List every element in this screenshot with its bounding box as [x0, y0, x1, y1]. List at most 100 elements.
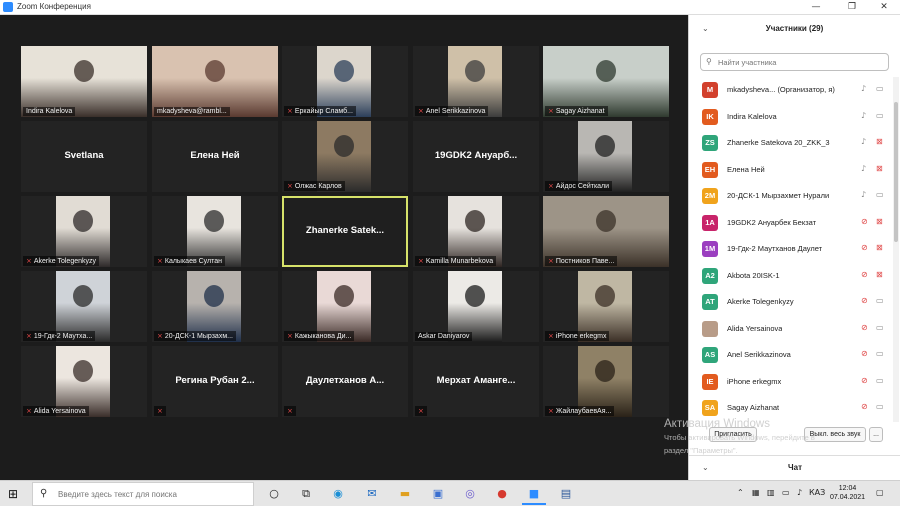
- participant-row[interactable]: Alida Yersainova ⊘ ▭: [689, 316, 893, 342]
- language-indicator[interactable]: КАЗ: [809, 488, 825, 497]
- video-tile[interactable]: ⨯ 20-ДСК-1 Мырзахм...: [152, 271, 278, 342]
- app-icon[interactable]: ◎: [458, 483, 482, 505]
- camera-icon[interactable]: ▭: [876, 402, 884, 411]
- participant-row[interactable]: 2М 20-ДСК-1 Мырзахмет Нурали ♪ ▭: [689, 183, 893, 209]
- video-tile[interactable]: Zhanerke Satek...: [282, 196, 408, 267]
- volume-icon[interactable]: ♪: [797, 488, 802, 497]
- mic-muted-icon[interactable]: ⊘: [861, 243, 868, 252]
- mic-muted-icon[interactable]: ⊘: [861, 402, 868, 411]
- mic-muted-icon[interactable]: ⊘: [861, 217, 868, 226]
- video-tile[interactable]: ⨯ Alida Yersainova: [21, 346, 147, 417]
- file-explorer-icon[interactable]: ▬: [393, 483, 417, 505]
- participant-search[interactable]: ⚲: [700, 53, 889, 71]
- microphone-icon[interactable]: ♪: [861, 137, 866, 146]
- participant-row[interactable]: ZS Zhanerke Satekova 20_ZKK_3 ♪ ⊠: [689, 130, 893, 156]
- notifications-icon[interactable]: ▢: [876, 488, 884, 497]
- participant-list-scrollbar[interactable]: [893, 77, 899, 422]
- camera-icon[interactable]: ▭: [876, 376, 884, 385]
- video-tile[interactable]: ⨯ Еркайыр Сламб...: [282, 46, 408, 117]
- camera-icon[interactable]: ▭: [876, 349, 884, 358]
- participant-row[interactable]: A2 Akbota 20ISK-1 ⊘ ⊠: [689, 263, 893, 289]
- video-tile[interactable]: ⨯ Айдос Сейткали: [543, 121, 669, 192]
- camera-off-icon[interactable]: ⊠: [876, 217, 883, 226]
- participant-display-name: 19GDK2 Ануарб...: [434, 150, 518, 161]
- mute-all-button[interactable]: Выкл. весь звук: [804, 427, 866, 442]
- scrollbar-thumb[interactable]: [894, 102, 898, 242]
- participant-row[interactable]: Mmkadysheva... (Организатор, я) ♪ ▭: [689, 77, 893, 103]
- invite-button[interactable]: Пригласить: [709, 427, 757, 442]
- participant-silhouette: [595, 360, 615, 382]
- more-options-button[interactable]: ...: [869, 427, 883, 442]
- video-tile[interactable]: mkadysheva@rambl...: [152, 46, 278, 117]
- store-icon[interactable]: ▣: [426, 483, 450, 505]
- chrome-icon[interactable]: ●: [490, 483, 514, 505]
- mic-muted-icon[interactable]: ⊘: [861, 376, 868, 385]
- camera-icon[interactable]: ▭: [876, 323, 884, 332]
- participant-row[interactable]: ЕН Елена Ней ♪ ⊠: [689, 157, 893, 183]
- chat-header[interactable]: ⌄ Чат: [689, 455, 900, 480]
- video-tile[interactable]: ⨯ Кажыканова Ди...: [282, 271, 408, 342]
- taskbar-search[interactable]: ⚲: [32, 482, 254, 506]
- minimize-button[interactable]: —: [802, 0, 830, 15]
- word-icon[interactable]: ▤: [554, 483, 578, 505]
- edge-browser-icon[interactable]: ◉: [326, 483, 350, 505]
- mic-muted-icon[interactable]: ⊘: [861, 349, 868, 358]
- taskbar-search-input[interactable]: [58, 488, 248, 501]
- participant-row[interactable]: SA Sagay Aizhanat ⊘ ▭: [689, 395, 893, 417]
- network-icon[interactable]: ▥: [767, 488, 775, 497]
- camera-off-icon[interactable]: ⊠: [876, 243, 883, 252]
- zoom-taskbar-icon[interactable]: ■: [522, 483, 546, 505]
- microphone-icon[interactable]: ♪: [861, 164, 866, 173]
- video-tile[interactable]: Мерхат Амангe... ⨯: [413, 346, 539, 417]
- video-tile[interactable]: ⨯ Калыкаев Султан: [152, 196, 278, 267]
- participant-row[interactable]: 1М 19-Гдк-2 Маутханов Даулет ⊘ ⊠: [689, 236, 893, 262]
- camera-icon[interactable]: ▭: [876, 190, 884, 199]
- close-button[interactable]: ✕: [870, 0, 898, 15]
- tray-app-icon[interactable]: ▦: [752, 488, 760, 497]
- participant-row[interactable]: AT Akerke Tolegenkyzy ⊘ ▭: [689, 289, 893, 315]
- microphone-icon[interactable]: ♪: [861, 190, 866, 199]
- video-tile[interactable]: ⨯ Постников Паве...: [543, 196, 669, 267]
- participant-row[interactable]: AS Anel Serikkazinova ⊘ ▭: [689, 342, 893, 368]
- mail-icon[interactable]: ✉: [360, 483, 384, 505]
- participant-name: Sagay Aizhanat: [727, 403, 780, 412]
- participant-row[interactable]: IE iPhone erkegmx ⊘ ▭: [689, 369, 893, 395]
- camera-icon[interactable]: ▭: [876, 111, 884, 120]
- video-tile[interactable]: ⨯ iPhone erkegmx: [543, 271, 669, 342]
- video-tile[interactable]: Елена Ней: [152, 121, 278, 192]
- video-tile[interactable]: Askar Daniyarov: [413, 271, 539, 342]
- tray-chevron-icon[interactable]: ⌃: [737, 488, 744, 497]
- video-tile[interactable]: ⨯ Олжас Карлов: [282, 121, 408, 192]
- camera-off-icon[interactable]: ⊠: [876, 164, 883, 173]
- mic-muted-icon[interactable]: ⊘: [861, 323, 868, 332]
- video-tile[interactable]: Svetlana: [21, 121, 147, 192]
- mic-muted-icon[interactable]: ⊘: [861, 296, 868, 305]
- mic-muted-icon: ⨯: [418, 257, 424, 265]
- video-tile[interactable]: ⨯ Kamilla Munarbekova: [413, 196, 539, 267]
- video-tile[interactable]: ⨯ Anel Serikkazinova: [413, 46, 539, 117]
- camera-icon[interactable]: ▭: [876, 84, 884, 93]
- microphone-icon[interactable]: ♪: [861, 111, 866, 120]
- video-tile[interactable]: Регина Рубан 2... ⨯: [152, 346, 278, 417]
- participant-row[interactable]: 1А 19GDK2 Ануарбек Бекзат ⊘ ⊠: [689, 210, 893, 236]
- mic-muted-icon[interactable]: ⊘: [861, 270, 868, 279]
- windows-start-icon[interactable]: ⊞: [8, 487, 18, 501]
- task-view-icon[interactable]: ⧉: [294, 483, 318, 505]
- video-tile[interactable]: ⨯ 19-Гдк-2 Маутха...: [21, 271, 147, 342]
- video-tile[interactable]: ⨯ Sagay Aizhanat: [543, 46, 669, 117]
- participant-search-input[interactable]: [718, 56, 883, 68]
- video-tile[interactable]: 19GDK2 Ануарб...: [413, 121, 539, 192]
- taskbar-clock[interactable]: 12:04 07.04.2021: [830, 484, 865, 502]
- camera-off-icon[interactable]: ⊠: [876, 137, 883, 146]
- video-tile[interactable]: Даулетханов А... ⨯: [282, 346, 408, 417]
- participant-row[interactable]: IK Indira Kalelova ♪ ▭: [689, 104, 893, 130]
- video-tile[interactable]: ⨯ Akerke Tolegenkyzy: [21, 196, 147, 267]
- camera-icon[interactable]: ▭: [876, 296, 884, 305]
- battery-icon[interactable]: ▭: [782, 488, 790, 497]
- video-tile[interactable]: ⨯ ЖайлаубаевАя...: [543, 346, 669, 417]
- camera-off-icon[interactable]: ⊠: [876, 270, 883, 279]
- microphone-icon[interactable]: ♪: [861, 84, 866, 93]
- video-tile[interactable]: Indira Kalelova: [21, 46, 147, 117]
- restore-button[interactable]: ❐: [838, 0, 866, 15]
- cortana-icon[interactable]: ○: [262, 483, 286, 505]
